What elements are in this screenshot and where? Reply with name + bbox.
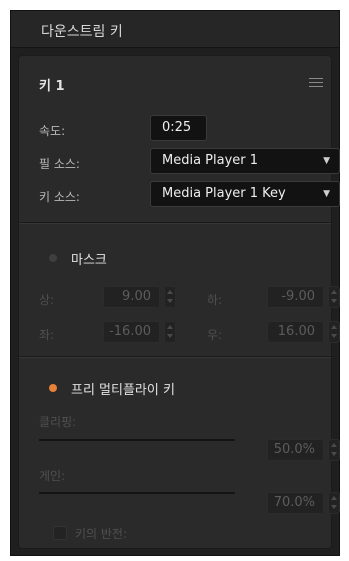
- rate-label: 속도:: [39, 124, 66, 138]
- key-source-label: 키 소스:: [39, 190, 80, 204]
- rate-input[interactable]: 0:25: [150, 115, 207, 141]
- panel-header: 다운스트림 키: [11, 11, 339, 48]
- mask-bottom-label: 하:: [207, 293, 223, 307]
- mask-toggle-icon[interactable]: [49, 254, 57, 262]
- up-down-stepper-icon[interactable]: [328, 321, 340, 343]
- up-down-stepper-icon[interactable]: [328, 286, 340, 308]
- fill-source-dropdown[interactable]: Media Player 1 ▼: [150, 148, 340, 174]
- key-source-dropdown[interactable]: Media Player 1 Key ▼: [150, 181, 340, 207]
- mask-bottom-input[interactable]: -9.00: [267, 286, 324, 308]
- chevron-down-icon: ▼: [323, 156, 330, 166]
- key-card: 키 1 속도: 0:25 필 소스: Media Player 1 ▼ 키 소스…: [18, 55, 340, 549]
- mask-top-label: 상:: [39, 293, 55, 307]
- gain-input[interactable]: 70.0%: [267, 492, 324, 514]
- mask-right-label: 우:: [207, 328, 223, 342]
- invert-key-label: 키의 반전:: [75, 527, 128, 541]
- mask-label: 마스크: [71, 253, 107, 268]
- fill-source-value: Media Player 1: [162, 153, 259, 168]
- divider: [19, 223, 331, 224]
- key-source-value: Media Player 1 Key: [162, 186, 286, 201]
- clip-label: 클리핑:: [39, 415, 77, 429]
- hamburger-menu-icon[interactable]: [309, 78, 323, 88]
- clip-input[interactable]: 50.0%: [267, 439, 324, 461]
- key-title: 키 1: [39, 79, 65, 94]
- up-down-stepper-icon[interactable]: [328, 439, 340, 461]
- divider: [19, 357, 331, 358]
- up-down-stepper-icon[interactable]: [328, 492, 340, 514]
- mask-right-input[interactable]: 16.00: [267, 321, 324, 343]
- premultiply-toggle-icon[interactable]: [49, 384, 57, 392]
- clip-slider[interactable]: [39, 439, 235, 441]
- rate-value: 0:25: [162, 120, 192, 135]
- invert-key-checkbox[interactable]: [53, 526, 67, 540]
- downstream-key-panel: 다운스트림 키 키 1 속도: 0:25 필 소스: Media Player …: [10, 10, 340, 556]
- premultiply-label: 프리 멀티플라이 키: [71, 383, 175, 398]
- mask-top-input[interactable]: 9.00: [103, 286, 160, 308]
- fill-source-label: 필 소스:: [39, 157, 80, 171]
- up-down-stepper-icon[interactable]: [164, 321, 176, 343]
- up-down-stepper-icon[interactable]: [164, 286, 176, 308]
- mask-left-label: 좌:: [39, 328, 55, 342]
- gain-slider[interactable]: [39, 492, 235, 494]
- chevron-down-icon: ▼: [323, 189, 330, 199]
- mask-left-input[interactable]: -16.00: [103, 321, 160, 343]
- gain-label: 게인:: [39, 469, 66, 483]
- panel-title: 다운스트림 키: [41, 24, 123, 40]
